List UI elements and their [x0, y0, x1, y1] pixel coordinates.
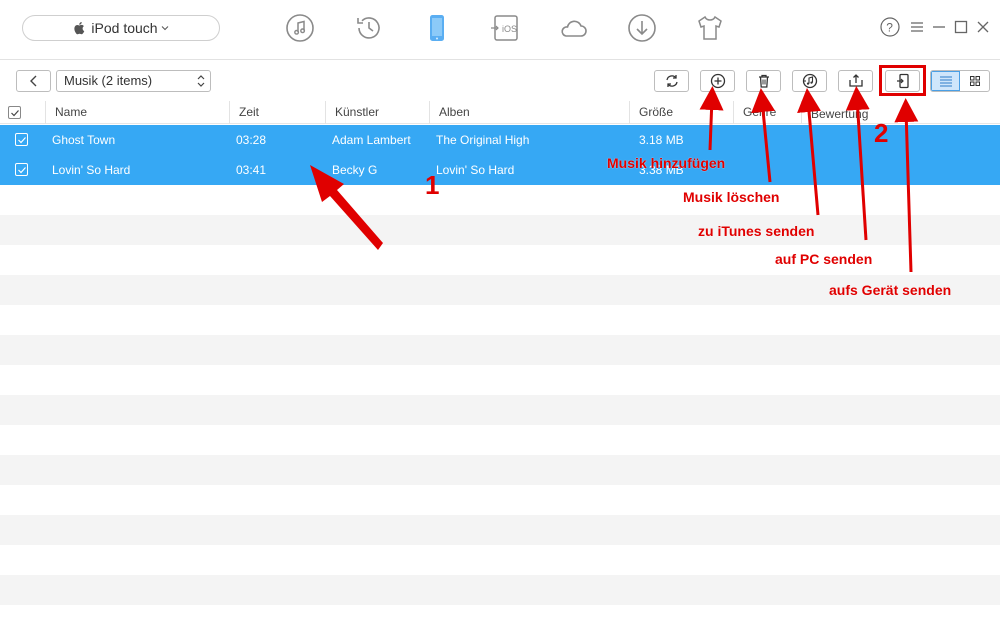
cloud-icon[interactable]: [557, 12, 589, 44]
delete-music-button[interactable]: [746, 70, 781, 92]
menu-icon[interactable]: [907, 17, 927, 37]
device-selector[interactable]: iPod touch: [22, 15, 220, 41]
annotation-delete: Musik löschen: [683, 189, 780, 205]
cell-album: The Original High: [436, 133, 530, 147]
annotation-pc: auf PC senden: [775, 251, 873, 267]
empty-row: [0, 395, 1000, 425]
to-itunes-button[interactable]: [792, 70, 827, 92]
cell-time: 03:28: [236, 133, 267, 147]
top-bar: iPod touch iOS ?: [0, 0, 1000, 60]
back-button[interactable]: [16, 70, 51, 92]
apple-icon: [74, 22, 85, 35]
svg-text:?: ?: [886, 21, 893, 35]
empty-row: [0, 335, 1000, 365]
chevron-down-icon: [161, 26, 168, 31]
to-itunes-icon: [802, 73, 817, 89]
column-header-time[interactable]: Zeit: [229, 101, 325, 124]
tshirt-icon[interactable]: [694, 12, 726, 44]
column-header-artist[interactable]: Künstler: [325, 101, 429, 124]
minimize-icon[interactable]: [929, 17, 949, 37]
annotation-number-2: 2: [874, 118, 889, 148]
category-label: Musik (2 items): [64, 73, 153, 88]
table-row[interactable]: Ghost Town 03:28 Adam Lambert The Origin…: [0, 125, 1000, 155]
column-header-size[interactable]: Größe: [629, 101, 733, 124]
ios-mover-icon[interactable]: iOS: [489, 12, 521, 44]
empty-row: [0, 485, 1000, 515]
delete-icon: [758, 74, 769, 88]
empty-row: [0, 515, 1000, 545]
grid-view-icon: [969, 76, 980, 86]
highlight-box: [879, 65, 926, 96]
chevron-left-icon: [29, 75, 36, 87]
close-icon[interactable]: [973, 17, 993, 37]
cell-album: Lovin' So Hard: [436, 163, 515, 177]
cell-size: 3.18 MB: [639, 133, 684, 147]
maximize-icon[interactable]: [951, 17, 971, 37]
music-icon[interactable]: [284, 12, 316, 44]
column-header-genre[interactable]: Genre: [733, 101, 801, 124]
cell-name: Lovin' So Hard: [52, 163, 131, 177]
category-select[interactable]: Musik (2 items): [56, 70, 211, 92]
svg-text:iOS: iOS: [502, 24, 517, 34]
add-music-button[interactable]: [700, 70, 735, 92]
column-header-album[interactable]: Alben: [429, 101, 629, 124]
cell-artist: Becky G: [332, 163, 378, 177]
help-icon[interactable]: ?: [880, 17, 900, 37]
refresh-icon: [665, 75, 678, 87]
grid-view-button[interactable]: [960, 71, 989, 91]
row-checkbox[interactable]: [15, 133, 28, 146]
content-toolbar: Musik (2 items): [0, 61, 1000, 101]
add-icon: [710, 73, 725, 89]
refresh-button[interactable]: [654, 70, 689, 92]
updown-icon: [197, 75, 205, 87]
checkmark-icon: [18, 167, 26, 174]
history-icon[interactable]: [353, 12, 385, 44]
checkmark-icon: [18, 137, 26, 144]
header-select-all[interactable]: [0, 101, 45, 124]
empty-row: [0, 455, 1000, 485]
annotation-number-1: 1: [425, 170, 440, 200]
device-name: iPod touch: [91, 20, 158, 36]
download-icon[interactable]: [626, 12, 658, 44]
empty-row: [0, 365, 1000, 395]
table-header: Name Zeit Künstler Alben Größe Genre Bew…: [0, 101, 1000, 124]
list-view-icon: [939, 76, 952, 87]
to-pc-button[interactable]: [838, 70, 873, 92]
cell-artist: Adam Lambert: [332, 133, 411, 147]
column-header-name[interactable]: Name: [45, 101, 229, 124]
select-all-checkbox[interactable]: [8, 106, 21, 119]
cell-name: Ghost Town: [52, 133, 116, 147]
list-view-button[interactable]: [931, 71, 961, 91]
annotation-itunes: zu iTunes senden: [698, 223, 815, 239]
empty-row: [0, 305, 1000, 335]
checkmark-icon: [11, 110, 19, 117]
app-window: iPod touch iOS ? Musik (2 items) Name Ze…: [0, 0, 1000, 635]
table-row[interactable]: Lovin' So Hard 03:41 Becky G Lovin' So H…: [0, 155, 1000, 185]
empty-row: [0, 215, 1000, 245]
to-pc-icon: [848, 74, 863, 87]
empty-row: [0, 575, 1000, 605]
empty-row: [0, 545, 1000, 575]
empty-row: [0, 605, 1000, 635]
column-header-rating[interactable]: Bewertung: [801, 101, 1000, 124]
annotation-add: Musik hinzufügen: [607, 155, 726, 171]
cell-time: 03:41: [236, 163, 267, 177]
view-mode-group: [930, 70, 990, 92]
empty-row: [0, 185, 1000, 215]
annotation-device: aufs Gerät senden: [829, 282, 952, 298]
row-checkbox[interactable]: [15, 163, 28, 176]
device-icon[interactable]: [421, 12, 453, 44]
empty-row: [0, 425, 1000, 455]
